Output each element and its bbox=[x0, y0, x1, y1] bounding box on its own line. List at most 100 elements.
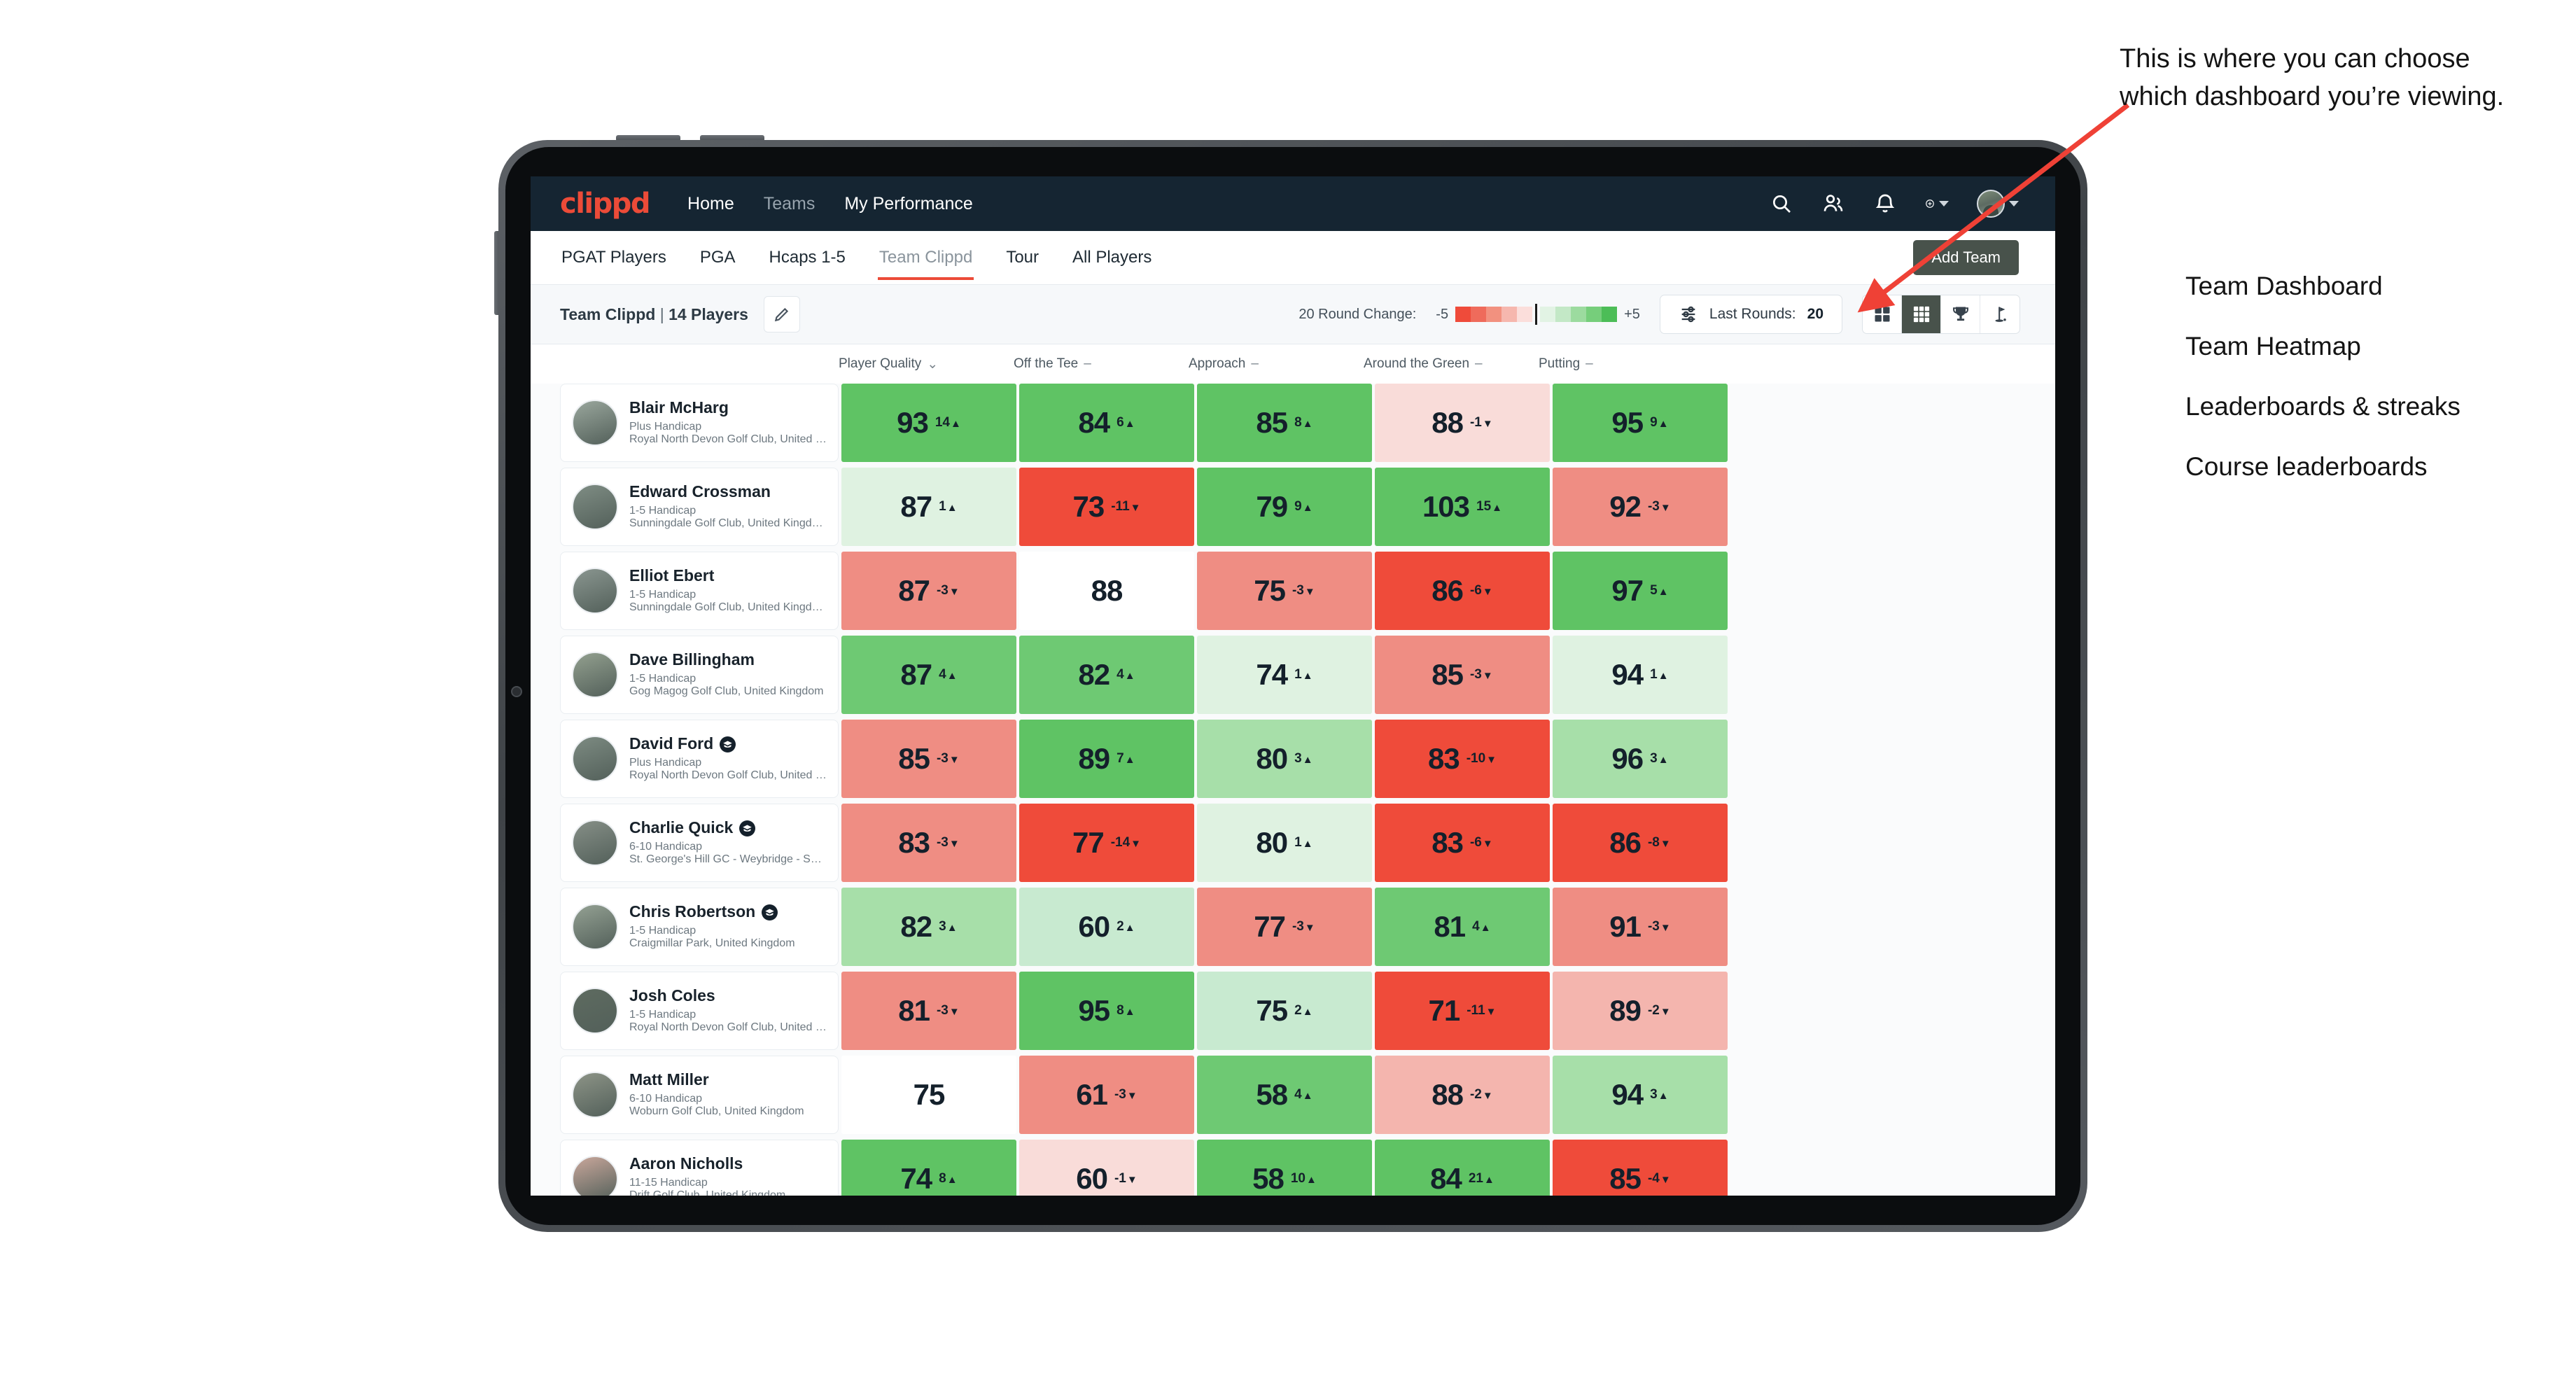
nav-link-home[interactable]: Home bbox=[687, 194, 734, 214]
search-icon[interactable] bbox=[1770, 192, 1793, 216]
heatmap-cell[interactable]: 94 1 ▲ bbox=[1553, 636, 1728, 714]
heatmap-cell[interactable]: 103 15 ▲ bbox=[1375, 468, 1550, 546]
cell-value: 82 bbox=[900, 910, 932, 943]
cell-delta: 2 ▲ bbox=[1294, 1003, 1313, 1018]
tab-all-players[interactable]: All Players bbox=[1071, 235, 1153, 280]
nav-link-my-performance[interactable]: My Performance bbox=[844, 194, 972, 214]
nav-link-teams[interactable]: Teams bbox=[764, 194, 816, 214]
heatmap-cell[interactable]: 91 -3 ▼ bbox=[1553, 888, 1728, 966]
heatmap-cell[interactable]: 85 -3 ▼ bbox=[1375, 636, 1550, 714]
heatmap-cell[interactable]: 77 -14 ▼ bbox=[1019, 804, 1194, 882]
heatmap-cell[interactable]: 83 -10 ▼ bbox=[1375, 720, 1550, 798]
heatmap-cell[interactable]: 80 3 ▲ bbox=[1197, 720, 1372, 798]
heatmap-cell[interactable]: 80 1 ▲ bbox=[1197, 804, 1372, 882]
heatmap-cell[interactable]: 60 2 ▲ bbox=[1019, 888, 1194, 966]
heatmap-cell[interactable]: 60 -1 ▼ bbox=[1019, 1140, 1194, 1196]
tab-pgat-players[interactable]: PGAT Players bbox=[560, 235, 668, 280]
heatmap-cell[interactable]: 58 10 ▲ bbox=[1197, 1140, 1372, 1196]
cell-delta: -10 ▼ bbox=[1466, 751, 1497, 766]
player-card[interactable]: David Ford Plus Handicap Royal North Devon… bbox=[560, 720, 839, 798]
heatmap-cell[interactable]: 82 3 ▲ bbox=[841, 888, 1016, 966]
heatmap-cell[interactable]: 89 7 ▲ bbox=[1019, 720, 1194, 798]
edit-team-button[interactable] bbox=[763, 296, 800, 332]
heatmap-body: Blair McHarg Plus Handicap Royal North Dev… bbox=[531, 384, 2055, 1196]
annotation-options: Team Dashboard Team Heatmap Leaderboards… bbox=[2185, 272, 2576, 512]
table-row[interactable]: Aaron Nicholls 11-15 Handicap Drift Golf C… bbox=[560, 1140, 2055, 1196]
heatmap-cell[interactable]: 89 -2 ▼ bbox=[1553, 972, 1728, 1050]
player-card[interactable]: Chris Robertson 1-5 Handicap Craigmillar P… bbox=[560, 888, 839, 966]
heatmap-cell[interactable]: 95 9 ▲ bbox=[1553, 384, 1728, 462]
heatmap-cell[interactable]: 77 -3 ▼ bbox=[1197, 888, 1372, 966]
table-row[interactable]: Blair McHarg Plus Handicap Royal North Dev… bbox=[560, 384, 2055, 462]
heatmap-cell[interactable]: 85 -4 ▼ bbox=[1553, 1140, 1728, 1196]
tab-tour[interactable]: Tour bbox=[1004, 235, 1040, 280]
heatmap-cell[interactable]: 88 -1 ▼ bbox=[1375, 384, 1550, 462]
cell-delta: 4 ▲ bbox=[1472, 919, 1491, 934]
player-card[interactable]: Edward Crossman 1-5 Handicap Sunningdale G… bbox=[560, 468, 839, 546]
player-card[interactable]: Blair McHarg Plus Handicap Royal North Dev… bbox=[560, 384, 839, 462]
heatmap-cell[interactable]: 95 8 ▲ bbox=[1019, 972, 1194, 1050]
chevron-down-icon[interactable]: ⌄ bbox=[927, 356, 938, 372]
heatmap-cell[interactable]: 58 4 ▲ bbox=[1197, 1056, 1372, 1134]
heatmap-cell[interactable]: 97 5 ▲ bbox=[1553, 552, 1728, 630]
table-row[interactable]: David Ford Plus Handicap Royal North Devon… bbox=[560, 720, 2055, 798]
heatmap-cell[interactable]: 84 21 ▲ bbox=[1375, 1140, 1550, 1196]
player-card[interactable]: Charlie Quick 6-10 Handicap St. George's H… bbox=[560, 804, 839, 882]
heatmap-cell[interactable]: 75 -3 ▼ bbox=[1197, 552, 1372, 630]
heatmap-cell[interactable]: 92 -3 ▼ bbox=[1553, 468, 1728, 546]
heatmap-cell[interactable]: 86 -6 ▼ bbox=[1375, 552, 1550, 630]
heatmap-cell[interactable]: 96 3 ▲ bbox=[1553, 720, 1728, 798]
player-card[interactable]: Josh Coles 1-5 Handicap Royal North Devon … bbox=[560, 972, 839, 1050]
column-header-player-quality[interactable]: Player Quality ⌄ bbox=[839, 356, 1014, 372]
heatmap-cell[interactable]: 87 -3 ▼ bbox=[841, 552, 1016, 630]
row-cells: 74 8 ▲ 60 -1 ▼ 58 10 ▲ 84 21 ▲ 85 -4 ▼ bbox=[839, 1140, 1728, 1196]
heatmap-cell[interactable]: 82 4 ▲ bbox=[1019, 636, 1194, 714]
heatmap-cell[interactable]: 87 4 ▲ bbox=[841, 636, 1016, 714]
table-row[interactable]: Charlie Quick 6-10 Handicap St. George's H… bbox=[560, 804, 2055, 882]
heatmap-cell[interactable]: 73 -11 ▼ bbox=[1019, 468, 1194, 546]
heatmap-cell[interactable]: 81 4 ▲ bbox=[1375, 888, 1550, 966]
player-card[interactable]: Dave Billingham 1-5 Handicap Gog Magog Gol… bbox=[560, 636, 839, 714]
heatmap-cell[interactable]: 81 -3 ▼ bbox=[841, 972, 1016, 1050]
heatmap-cell[interactable]: 86 -8 ▼ bbox=[1553, 804, 1728, 882]
heatmap-cell[interactable]: 93 14 ▲ bbox=[841, 384, 1016, 462]
player-card[interactable]: Aaron Nicholls 11-15 Handicap Drift Golf C… bbox=[560, 1140, 839, 1196]
heatmap-cell[interactable]: 83 -3 ▼ bbox=[841, 804, 1016, 882]
table-row[interactable]: Josh Coles 1-5 Handicap Royal North Devon … bbox=[560, 972, 2055, 1050]
table-row[interactable]: Edward Crossman 1-5 Handicap Sunningdale G… bbox=[560, 468, 2055, 546]
column-header-approach[interactable]: Approach – bbox=[1189, 356, 1364, 372]
heatmap-cell[interactable]: 88 -2 ▼ bbox=[1375, 1056, 1550, 1134]
cell-delta: -3 ▼ bbox=[1469, 667, 1493, 682]
column-header-around-the-green[interactable]: Around the Green – bbox=[1364, 356, 1539, 372]
heatmap-cell[interactable]: 83 -6 ▼ bbox=[1375, 804, 1550, 882]
heatmap-cell[interactable]: 74 8 ▲ bbox=[841, 1140, 1016, 1196]
heatmap-cell[interactable]: 75 bbox=[841, 1056, 1016, 1134]
heatmap-cell[interactable]: 84 6 ▲ bbox=[1019, 384, 1194, 462]
player-card[interactable]: Matt Miller 6-10 Handicap Woburn Golf Club… bbox=[560, 1056, 839, 1134]
column-header-off-the-tee[interactable]: Off the Tee – bbox=[1014, 356, 1189, 372]
heatmap-cell[interactable]: 88 bbox=[1019, 552, 1194, 630]
cell-delta: -14 ▼ bbox=[1110, 835, 1142, 850]
heatmap-cell[interactable]: 75 2 ▲ bbox=[1197, 972, 1372, 1050]
table-row[interactable]: Dave Billingham 1-5 Handicap Gog Magog Gol… bbox=[560, 636, 2055, 714]
heatmap-cell[interactable]: 74 1 ▲ bbox=[1197, 636, 1372, 714]
heatmap-cell[interactable]: 85 8 ▲ bbox=[1197, 384, 1372, 462]
clippd-logo[interactable]: clippd bbox=[560, 188, 651, 220]
table-row[interactable]: Elliot Ebert 1-5 Handicap Sunningdale Golf… bbox=[560, 552, 2055, 630]
player-card[interactable]: Elliot Ebert 1-5 Handicap Sunningdale Golf… bbox=[560, 552, 839, 630]
heatmap-cell[interactable]: 79 9 ▲ bbox=[1197, 468, 1372, 546]
column-header-putting[interactable]: Putting – bbox=[1539, 356, 1714, 372]
heatmap-column-headers: Player Quality ⌄ Off the Tee – Approach – … bbox=[531, 344, 2055, 384]
cell-value: 89 bbox=[1609, 994, 1642, 1027]
heatmap-cell[interactable]: 71 -11 ▼ bbox=[1375, 972, 1550, 1050]
heatmap-cell[interactable]: 87 1 ▲ bbox=[841, 468, 1016, 546]
heatmap-cell[interactable]: 85 -3 ▼ bbox=[841, 720, 1016, 798]
table-row[interactable]: Chris Robertson 1-5 Handicap Craigmillar P… bbox=[560, 888, 2055, 966]
heatmap-cell[interactable]: 94 3 ▲ bbox=[1553, 1056, 1728, 1134]
tab-hcaps-1-5[interactable]: Hcaps 1-5 bbox=[768, 235, 847, 280]
table-row[interactable]: Matt Miller 6-10 Handicap Woburn Golf Club… bbox=[560, 1056, 2055, 1134]
tab-pga[interactable]: PGA bbox=[699, 235, 737, 280]
heatmap-cell[interactable]: 61 -3 ▼ bbox=[1019, 1056, 1194, 1134]
tab-team-clippd[interactable]: Team Clippd bbox=[877, 235, 974, 280]
cell-delta: 1 ▲ bbox=[939, 499, 958, 514]
